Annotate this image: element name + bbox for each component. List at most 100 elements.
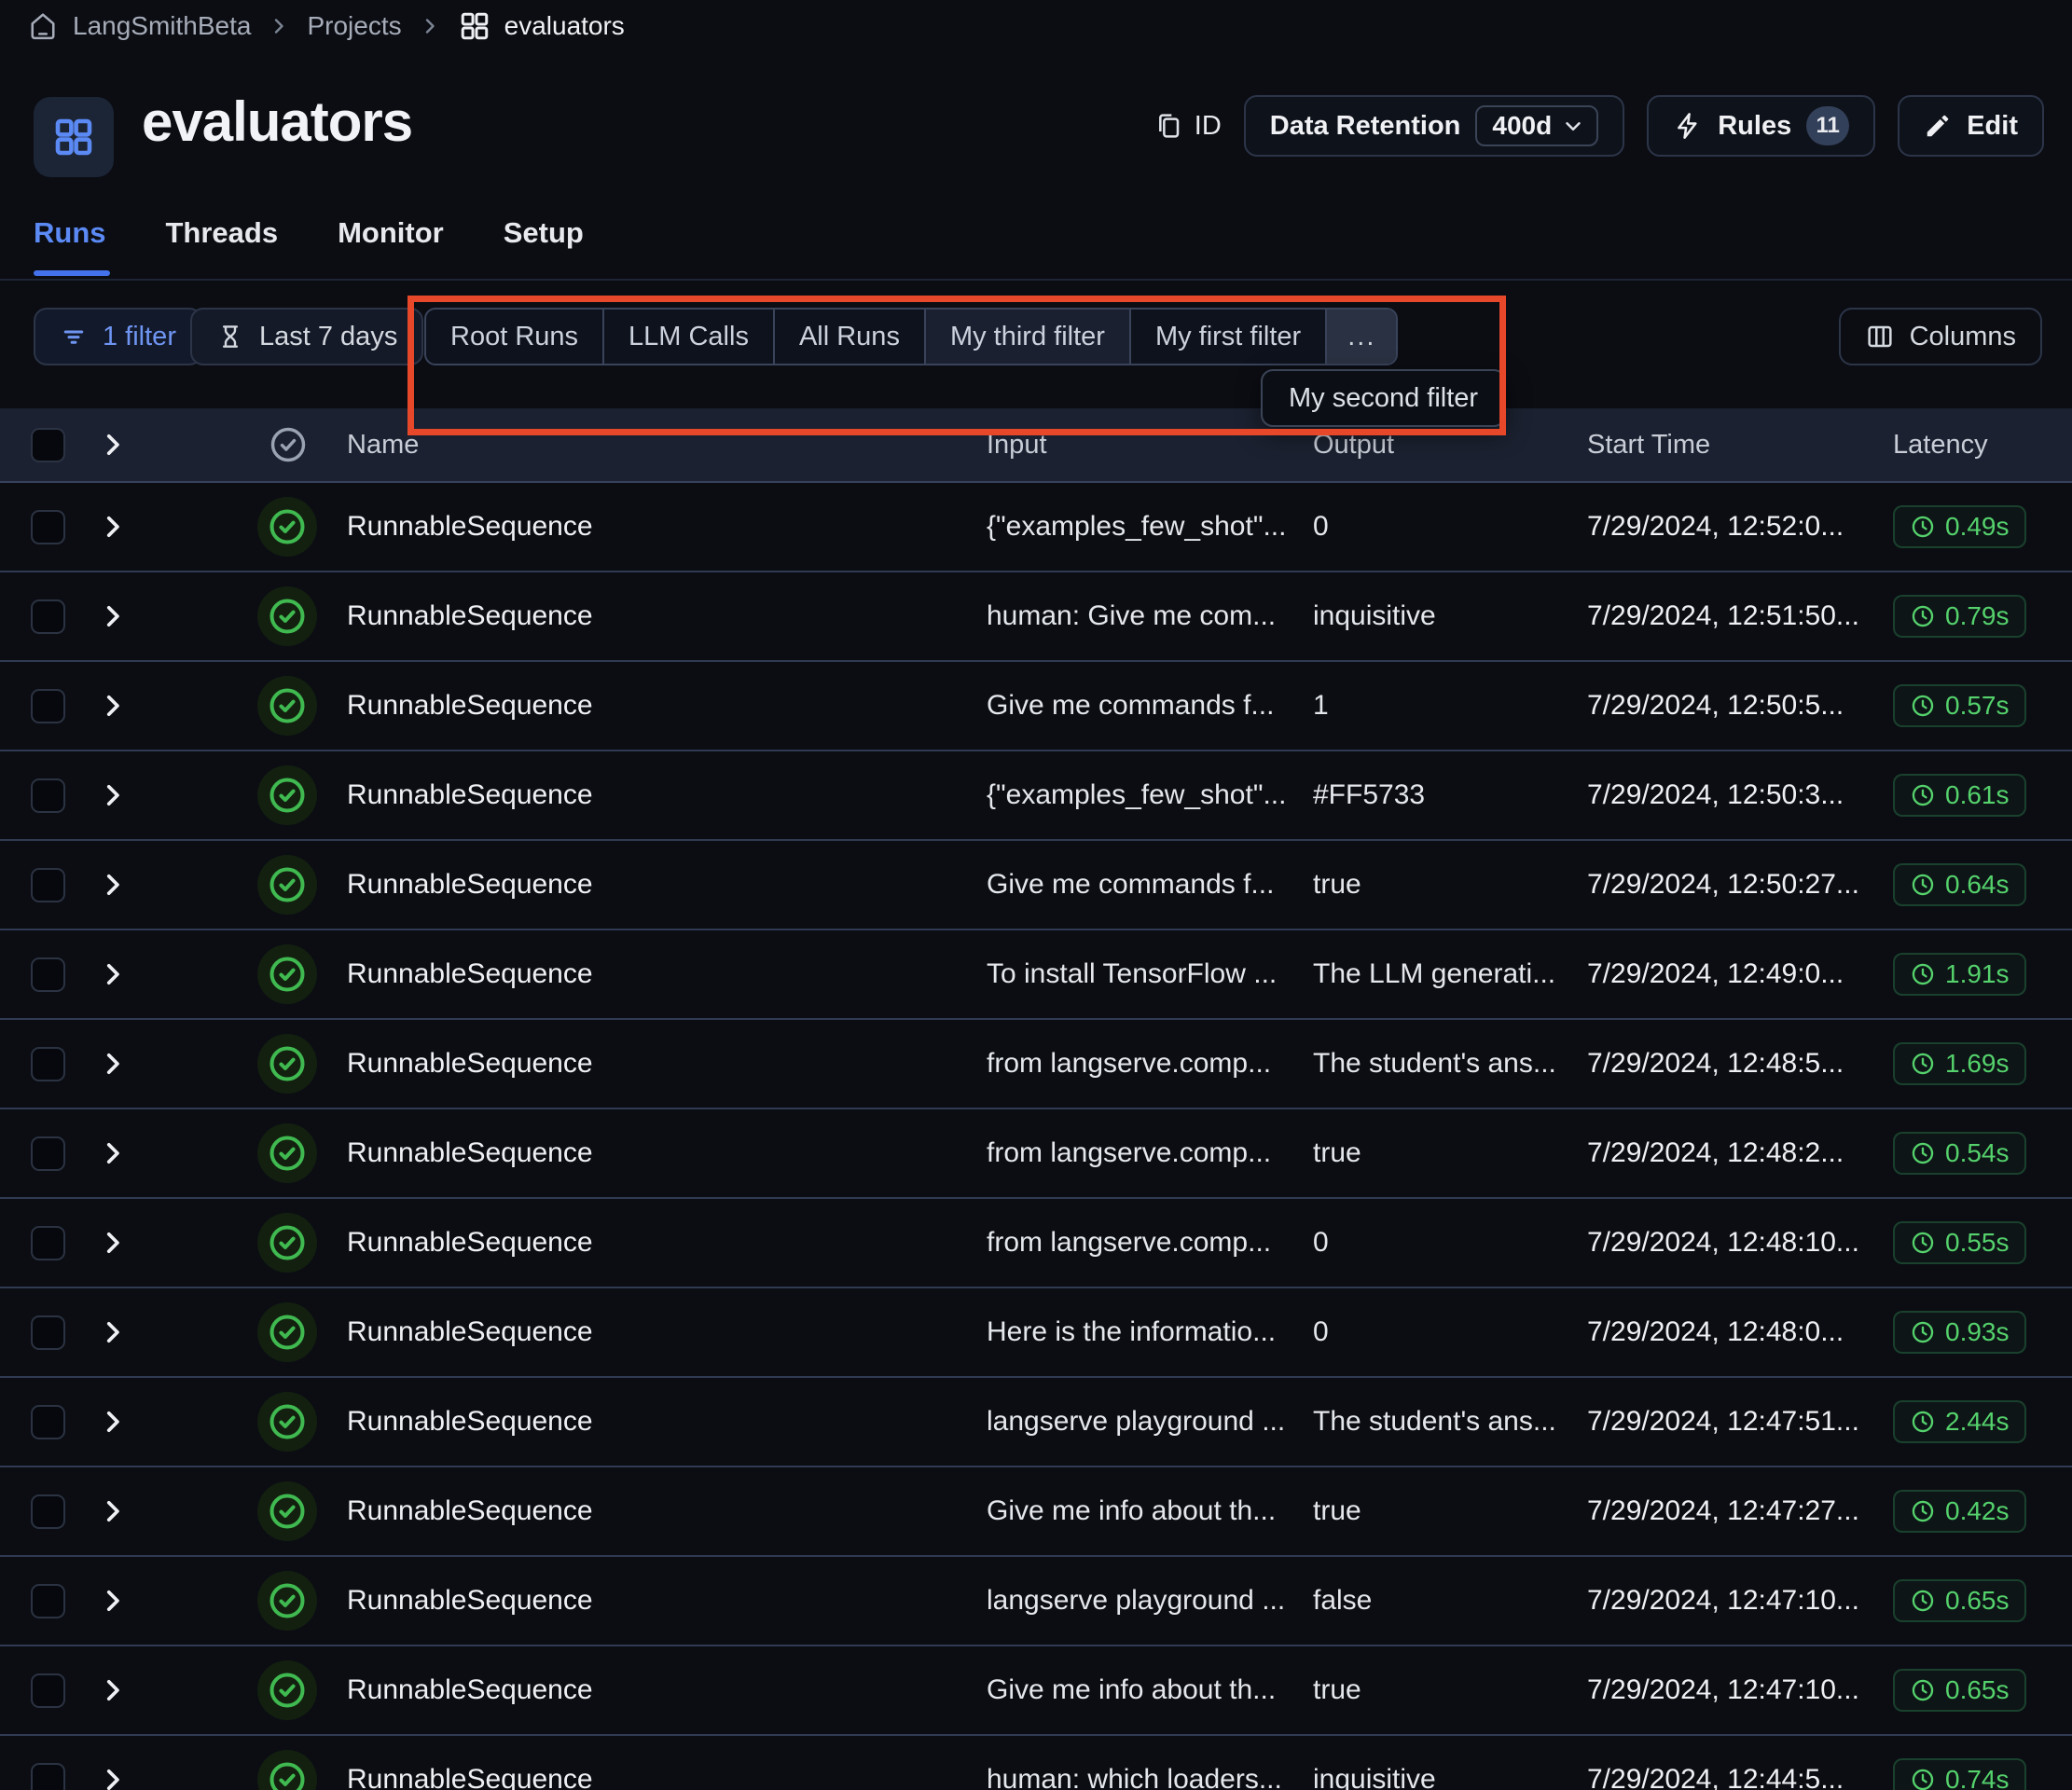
select-all-checkbox[interactable] (31, 428, 65, 462)
columns-label: Columns (1910, 322, 2016, 352)
row-checkbox[interactable] (31, 599, 65, 634)
run-name: RunnableSequence (347, 958, 987, 990)
table-row[interactable]: RunnableSequence Here is the informatio.… (0, 1288, 2072, 1378)
column-header-latency[interactable]: Latency (1893, 430, 2072, 461)
row-expand-chevron-icon[interactable] (97, 779, 173, 811)
row-expand-chevron-icon[interactable] (97, 869, 173, 901)
date-range-label: Last 7 days (259, 322, 397, 352)
row-checkbox[interactable] (31, 957, 65, 992)
table-row[interactable]: RunnableSequence Give me info about th..… (0, 1646, 2072, 1736)
tab-threads[interactable]: Threads (166, 216, 279, 276)
latency-badge: 0.74s (1893, 1758, 2026, 1790)
table-row[interactable]: RunnableSequence from langserve.comp... … (0, 1020, 2072, 1109)
row-expand-chevron-icon[interactable] (97, 1495, 173, 1527)
row-expand-chevron-icon[interactable] (97, 1674, 173, 1706)
table-row[interactable]: RunnableSequence Give me commands f... 1… (0, 662, 2072, 751)
breadcrumb-home[interactable]: LangSmithBeta (26, 9, 251, 43)
run-output: The student's ans... (1313, 1048, 1587, 1080)
run-start-time: 7/29/2024, 12:44:5... (1587, 1764, 1893, 1790)
rules-button[interactable]: Rules 11 (1647, 95, 1875, 157)
row-checkbox[interactable] (31, 689, 65, 723)
row-checkbox[interactable] (31, 1405, 65, 1439)
latency-value: 0.55s (1945, 1228, 2010, 1258)
row-expand-chevron-icon[interactable] (97, 1585, 173, 1617)
data-retention-button[interactable]: Data Retention 400d (1244, 95, 1624, 157)
table-row[interactable]: RunnableSequence human: Give me com... i… (0, 572, 2072, 662)
copy-id-button[interactable]: ID (1153, 111, 1222, 142)
run-output: 0 (1313, 1316, 1587, 1348)
run-input: {"examples_few_shot"... (987, 779, 1313, 811)
table-row[interactable]: RunnableSequence from langserve.comp... … (0, 1109, 2072, 1199)
column-header-name[interactable]: Name (347, 430, 987, 461)
row-expand-chevron-icon[interactable] (97, 958, 173, 990)
date-range-button[interactable]: Last 7 days (190, 308, 423, 365)
breadcrumb-current[interactable]: evaluators (458, 9, 625, 43)
row-checkbox[interactable] (31, 1763, 65, 1790)
row-expand-chevron-icon[interactable] (97, 1764, 173, 1790)
row-checkbox[interactable] (31, 1494, 65, 1529)
tab-setup[interactable]: Setup (504, 216, 584, 276)
filter-chip-my-first-filter[interactable]: My first filter (1131, 310, 1327, 364)
latency-value: 1.69s (1945, 1049, 2010, 1079)
status-success-icon (257, 1034, 317, 1094)
filter-bar: 1 filter Last 7 days Root Runs LLM Calls… (0, 308, 2072, 365)
column-header-input[interactable]: Input (987, 430, 1313, 461)
row-checkbox[interactable] (31, 1584, 65, 1618)
table-row[interactable]: RunnableSequence To install TensorFlow .… (0, 930, 2072, 1020)
row-checkbox[interactable] (31, 778, 65, 813)
filter-chip-more-button[interactable]: ... (1327, 310, 1396, 364)
table-row[interactable]: RunnableSequence {"examples_few_shot"...… (0, 483, 2072, 572)
latency-badge: 0.61s (1893, 774, 2026, 817)
breadcrumb-item-label: Projects (307, 11, 401, 41)
run-name: RunnableSequence (347, 1495, 987, 1527)
run-name: RunnableSequence (347, 600, 987, 632)
row-expand-chevron-icon[interactable] (97, 1137, 173, 1169)
tab-monitor[interactable]: Monitor (338, 216, 444, 276)
filter-chip-root-runs[interactable]: Root Runs (426, 310, 604, 364)
row-checkbox[interactable] (31, 1136, 65, 1171)
row-checkbox[interactable] (31, 1315, 65, 1350)
row-expand-chevron-icon[interactable] (97, 1406, 173, 1438)
row-checkbox[interactable] (31, 1047, 65, 1081)
expand-all-chevron-icon[interactable] (97, 429, 173, 461)
latency-badge: 1.69s (1893, 1042, 2026, 1085)
row-checkbox[interactable] (31, 510, 65, 544)
tab-runs[interactable]: Runs (34, 216, 106, 276)
data-retention-value-pill[interactable]: 400d (1475, 105, 1598, 146)
latency-value: 0.61s (1945, 780, 2010, 810)
row-expand-chevron-icon[interactable] (97, 511, 173, 543)
filter-chip-my-third-filter[interactable]: My third filter (926, 310, 1131, 364)
columns-icon (1865, 322, 1895, 351)
row-expand-chevron-icon[interactable] (97, 690, 173, 722)
menu-item-my-second-filter[interactable]: My second filter (1261, 369, 1506, 427)
filter-chip-all-runs[interactable]: All Runs (775, 310, 926, 364)
run-start-time: 7/29/2024, 12:50:3... (1587, 779, 1893, 811)
breadcrumb-projects[interactable]: Projects (307, 11, 401, 41)
row-expand-chevron-icon[interactable] (97, 1048, 173, 1080)
columns-button[interactable]: Columns (1839, 308, 2042, 365)
table-row[interactable]: RunnableSequence Give me commands f... t… (0, 841, 2072, 930)
row-checkbox[interactable] (31, 868, 65, 902)
row-checkbox[interactable] (31, 1226, 65, 1260)
edit-button[interactable]: Edit (1898, 95, 2044, 157)
row-expand-chevron-icon[interactable] (97, 600, 173, 632)
table-row[interactable]: RunnableSequence langserve playground ..… (0, 1378, 2072, 1467)
run-input: Give me commands f... (987, 690, 1313, 722)
table-row[interactable]: RunnableSequence Give me info about th..… (0, 1467, 2072, 1557)
clock-icon (1910, 1498, 1936, 1524)
status-success-icon (257, 1660, 317, 1720)
filter-chip-llm-calls[interactable]: LLM Calls (604, 310, 775, 364)
clock-icon (1910, 1051, 1936, 1077)
table-row[interactable]: RunnableSequence human: which loaders...… (0, 1736, 2072, 1790)
row-expand-chevron-icon[interactable] (97, 1227, 173, 1259)
chevron-right-icon (268, 15, 290, 37)
table-row[interactable]: RunnableSequence langserve playground ..… (0, 1557, 2072, 1646)
row-expand-chevron-icon[interactable] (97, 1316, 173, 1348)
column-header-start-time[interactable]: Start Time (1587, 430, 1893, 461)
lightning-icon (1673, 111, 1703, 141)
filter-count-button[interactable]: 1 filter (34, 308, 202, 365)
row-checkbox[interactable] (31, 1673, 65, 1708)
table-row[interactable]: RunnableSequence {"examples_few_shot"...… (0, 751, 2072, 841)
table-row[interactable]: RunnableSequence from langserve.comp... … (0, 1199, 2072, 1288)
column-header-output[interactable]: Output (1313, 430, 1587, 461)
